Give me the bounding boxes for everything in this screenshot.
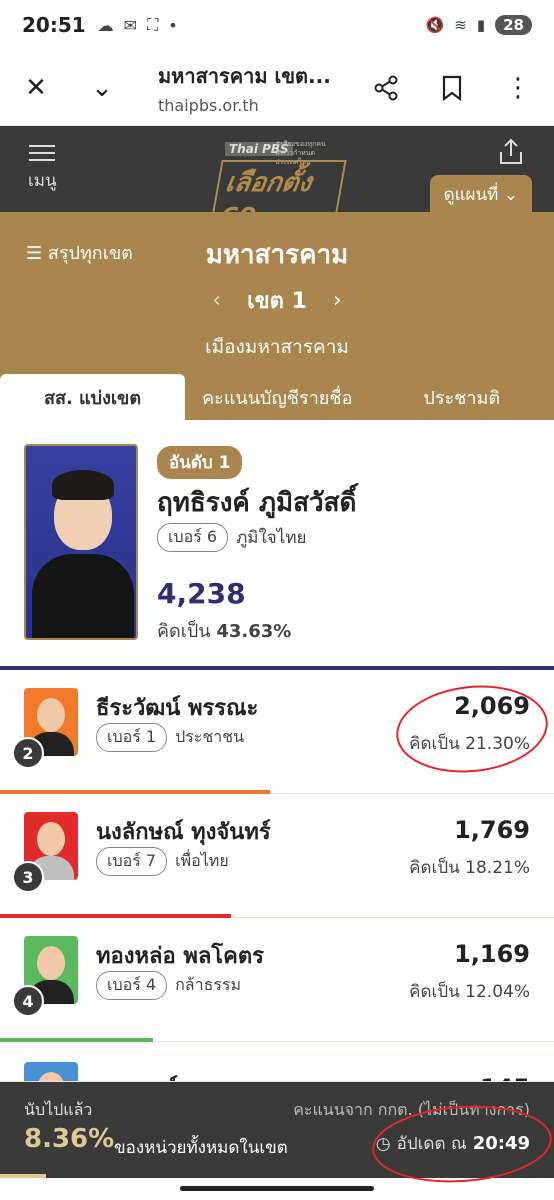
district-label: เขต 1 <box>247 289 307 314</box>
clock-icon: ◷ <box>375 1133 391 1154</box>
party-name: เพื่อไทย <box>175 851 229 870</box>
candidate-number: เบอร์ 6 <box>157 523 229 552</box>
vote-count: 4,238 <box>157 577 246 610</box>
candidate-row[interactable]: 4 ทองหล่อ พลโคตร เบอร์ 4 กล้าธรรม 1,169 … <box>0 918 554 1042</box>
rank-badge: อันดับ 1 <box>157 446 243 479</box>
candidate-photo <box>24 444 138 640</box>
messenger-icon: ✉ <box>123 15 138 35</box>
candidate-number: เบอร์ 4 <box>96 971 168 1000</box>
wifi-icon: ≋ <box>454 16 467 34</box>
clock: 20:51 <box>22 13 86 37</box>
cloud-icon: ☁ <box>97 15 114 35</box>
bookmark-icon[interactable] <box>434 70 470 106</box>
tab-constituency[interactable]: สส. แบ่งเขต <box>0 374 185 420</box>
candidate-name: ธีระวัฒน์ พรรณะ <box>96 696 259 721</box>
last-updated: ◷ อัปเดต ณ 20:49 <box>375 1133 530 1154</box>
vote-percentage: คิดเป็น 21.30% <box>409 734 530 754</box>
counted-percentage: 8.36% <box>24 1124 115 1154</box>
rank-circle: 3 <box>12 861 44 893</box>
more-options-icon[interactable]: ⋮ <box>500 70 536 106</box>
signal-icon: ▮ <box>476 16 486 34</box>
candidate-number: เบอร์ 7 <box>96 847 168 876</box>
page-title: มหาสารคาม เขต... <box>158 64 331 88</box>
battery-indicator: 28 <box>495 15 532 35</box>
candidate-photo <box>24 1062 78 1081</box>
view-map-button[interactable]: ดูแผนที่ ⌄ <box>429 175 532 214</box>
page-title-block[interactable]: มหาสารคาม เขต... thaipbs.or.th <box>158 60 368 115</box>
vote-count: 145 <box>480 1074 530 1081</box>
menu-button[interactable]: เมนู <box>28 140 57 194</box>
candidate-row[interactable]: 3 นงลักษณ์ ทุงจันทร์ เบอร์ 7 เพื่อไทย 1,… <box>0 794 554 918</box>
tab-referendum[interactable]: ประชามติ <box>370 374 554 420</box>
tab-party-list[interactable]: คะแนนบัญชีรายชื่อ <box>185 374 370 420</box>
chevron-left-icon[interactable]: ‹ <box>212 288 221 313</box>
share-icon[interactable] <box>368 70 404 106</box>
summary-all-districts-link[interactable]: ☰ สรุปทุกเขต <box>26 238 133 267</box>
rank-circle: 4 <box>12 985 44 1017</box>
browser-toolbar: ✕ ⌄ มหาสารคาม เขต... thaipbs.or.th ⋮ <box>0 50 554 126</box>
vote-count: 2,069 <box>454 692 530 720</box>
vote-percentage: คิดเป็น 12.04% <box>409 982 530 1002</box>
source-note: คะแนนจาก กกต. (ไม่เป็นทางการ) <box>293 1100 530 1119</box>
vote-count: 1,769 <box>454 816 530 844</box>
close-icon[interactable]: ✕ <box>18 70 54 106</box>
rank-circle: 2 <box>12 737 44 769</box>
leader-card[interactable]: อันดับ 1 ฤทธิรงค์ ภูมิสวัสดิ์ เบอร์ 6 ภู… <box>0 420 554 670</box>
candidate-number: เบอร์ 1 <box>96 723 168 752</box>
district-selector: ‹ เขต 1 › <box>0 283 554 318</box>
party-name: กล้าธรรม <box>175 975 242 994</box>
chevron-right-icon[interactable]: › <box>333 288 342 313</box>
status-bar: 20:51 ☁ ✉ ⛶ • 🔇 ≋ ▮ 28 <box>0 0 554 50</box>
chevron-down-icon[interactable]: ⌄ <box>84 70 120 106</box>
counted-suffix: ของหน่วยทั้งหมดในเขต <box>114 1138 288 1158</box>
candidate-name: ฤทธิรงค์ ภูมิสวัสดิ์ <box>157 488 357 518</box>
site-header: เมนู Thai PBS #เสียงของทุกคน #ก้าวกำหนดป… <box>0 126 554 235</box>
area-name: เมืองมหาสารคาม <box>205 336 349 358</box>
site-logo[interactable]: Thai PBS #เสียงของทุกคน #ก้าวกำหนดประเทศ… <box>208 138 347 235</box>
home-indicator <box>0 1178 554 1200</box>
vote-percentage: คิดเป็น 43.63% <box>157 621 292 642</box>
candidate-name: นงลักษณ์ ทุงจันทร์ <box>96 820 271 845</box>
candidate-name: ชวงศักดิ์ พลลาภ <box>96 1074 252 1081</box>
vote-percentage: คิดเป็น 18.21% <box>409 858 530 878</box>
hamburger-icon <box>29 145 56 161</box>
candidate-row-partial[interactable]: ชวงศักดิ์ พลลาภ 145 <box>0 1042 554 1082</box>
screenshot-icon: ⛶ <box>147 15 159 34</box>
result-tabs: สส. แบ่งเขต คะแนนบัญชีรายชื่อ ประชามติ <box>0 374 554 420</box>
counting-status-bar: นับไปแล้ว 8.36% ของหน่วยทั้งหมดในเขต คะแ… <box>0 1082 554 1178</box>
page-url: thaipbs.or.th <box>158 96 259 115</box>
candidate-name: ทองหล่อ พลโคตร <box>96 944 264 969</box>
province-banner: ☰ สรุปทุกเขต มหาสารคาม ‹ เขต 1 › เมืองมห… <box>0 212 554 374</box>
party-name: ประชาชน <box>175 727 245 746</box>
mute-icon: 🔇 <box>425 16 445 34</box>
party-name: ภูมิใจไทย <box>236 528 307 548</box>
candidate-row[interactable]: 2 ธีระวัฒน์ พรรณะ เบอร์ 1 ประชาชน 2,069 … <box>0 670 554 794</box>
upload-share-icon[interactable] <box>498 138 524 172</box>
dot-icon: • <box>168 15 178 35</box>
vote-count: 1,169 <box>454 940 530 968</box>
counted-label: นับไปแล้ว <box>24 1100 93 1119</box>
